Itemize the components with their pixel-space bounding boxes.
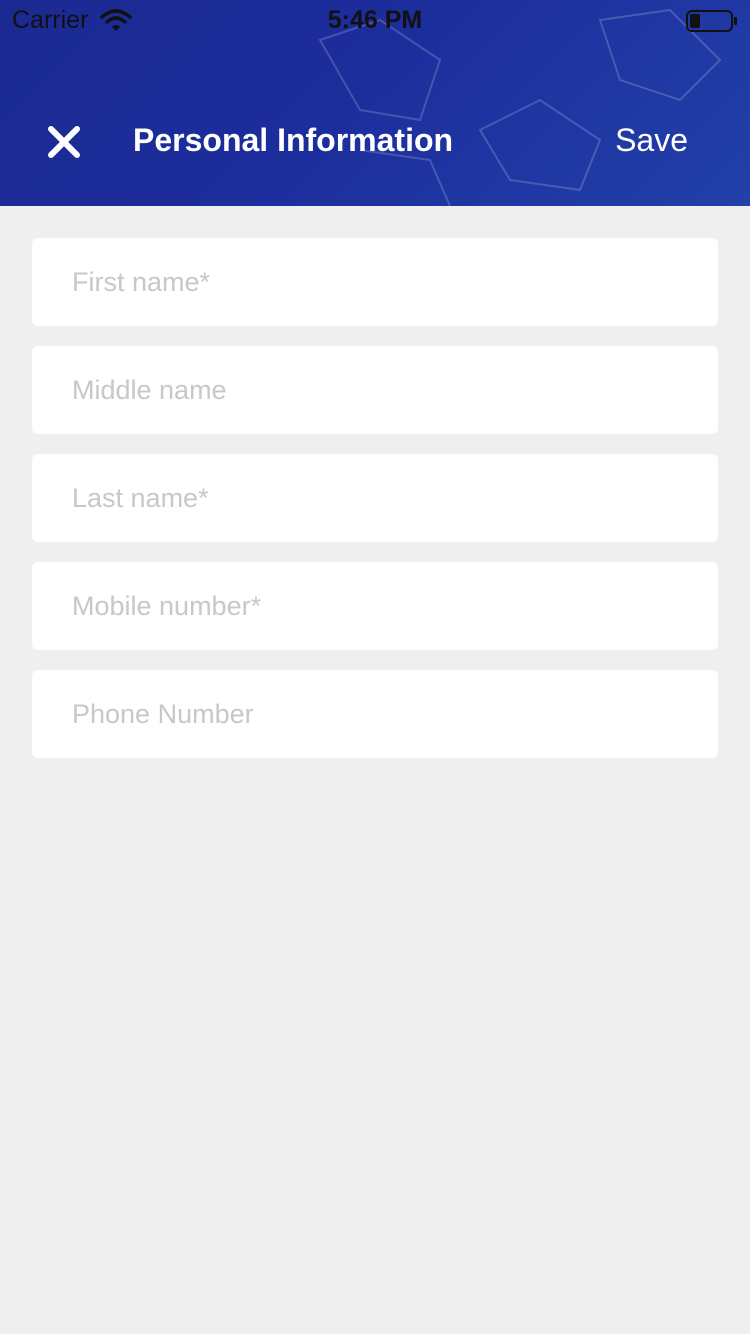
- middle-name-field: [32, 346, 718, 434]
- personal-info-form: [32, 238, 718, 778]
- page-title: Personal Information: [133, 122, 454, 158]
- close-icon: [48, 126, 80, 158]
- phone-number-field: [32, 670, 718, 758]
- first-name-field: [32, 238, 718, 326]
- phone-number-input[interactable]: [32, 670, 718, 758]
- mobile-number-input[interactable]: [32, 562, 718, 650]
- status-bar: Carrier 5:46 PM: [0, 0, 750, 40]
- last-name-input[interactable]: [32, 454, 718, 542]
- last-name-field: [32, 454, 718, 542]
- save-button[interactable]: Save: [615, 122, 688, 159]
- middle-name-input[interactable]: [32, 346, 718, 434]
- close-button[interactable]: [40, 118, 88, 166]
- header: Carrier 5:46 PM Personal Information Sav…: [0, 0, 750, 206]
- battery-icon: [686, 10, 737, 32]
- status-time: 5:46 PM: [327, 6, 423, 34]
- first-name-input[interactable]: [32, 238, 718, 326]
- mobile-number-field: [32, 562, 718, 650]
